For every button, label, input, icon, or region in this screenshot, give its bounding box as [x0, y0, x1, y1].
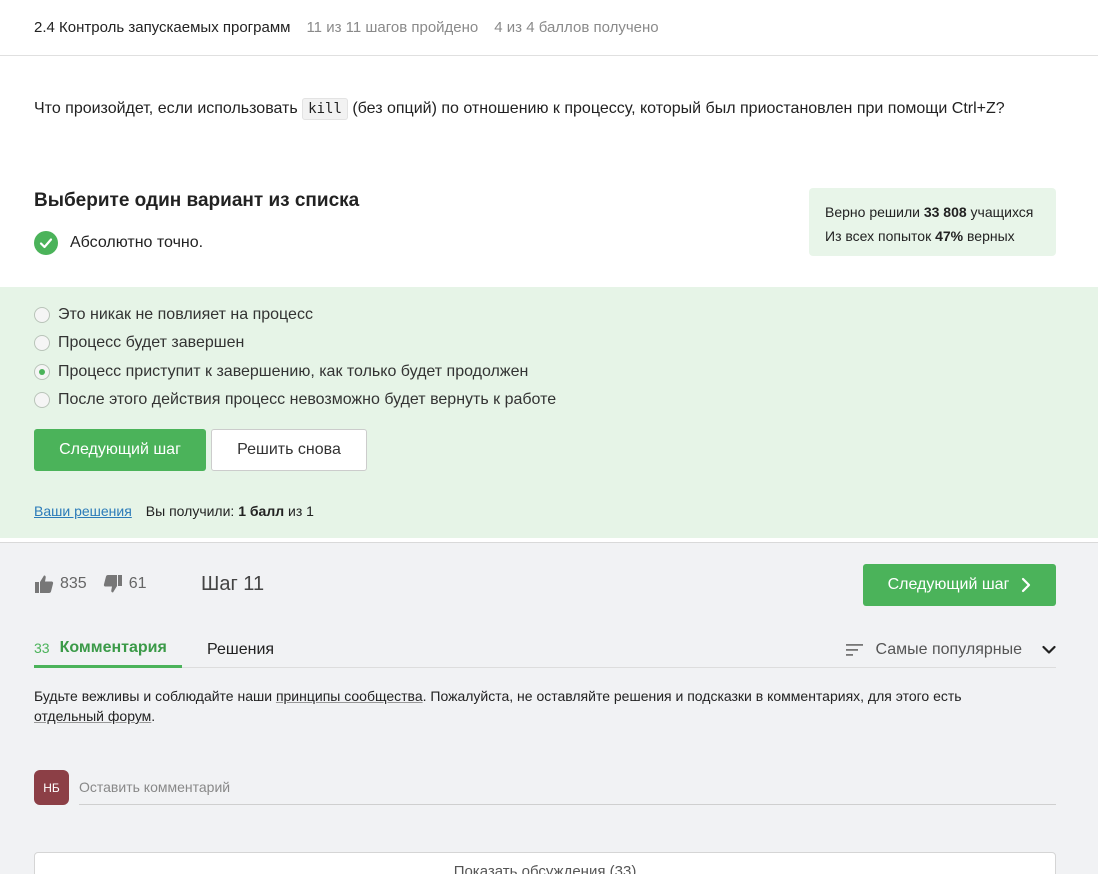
- answer-option[interactable]: После этого действия процесс невозможно …: [34, 391, 556, 409]
- discussion-section: 835 61 Шаг 11 Следующий шаг 33 Комментар…: [0, 542, 1098, 874]
- solutions-row: Ваши решения Вы получили: 1 балл из 1: [34, 503, 314, 519]
- votes: 835 61: [34, 574, 163, 594]
- next-step-label: Следующий шаг: [887, 576, 1010, 593]
- thumbs-down-icon: [103, 575, 122, 593]
- forum-link[interactable]: отдельный форум: [34, 708, 151, 724]
- question-text-after: (без опций) по отношению к процессу, кот…: [347, 100, 1005, 117]
- lesson-title: 2.4 Контроль запускаемых программ: [34, 19, 291, 36]
- rules-text-2: . Пожалуйста, не оставляйте решения и по…: [422, 688, 962, 704]
- avatar: НБ: [34, 770, 69, 805]
- chevron-down-icon: [1042, 645, 1056, 654]
- result-text: Абсолютно точно.: [70, 234, 204, 251]
- stats-solved-suffix: учащихся: [966, 204, 1034, 220]
- answer-option-label: Процесс приступит к завершению, как толь…: [58, 363, 529, 380]
- stats-attempts-value: 47%: [935, 228, 964, 244]
- steps-progress: 11 из 11 шагов пройдено: [306, 19, 479, 36]
- answer-option-label: Это никак не повлияет на процесс: [58, 306, 313, 323]
- next-step-button-footer[interactable]: Следующий шаг: [863, 564, 1056, 606]
- community-principles-link[interactable]: принципы сообщества: [276, 688, 423, 704]
- stats-solved-prefix: Верно решили: [825, 204, 924, 220]
- show-discussions-button[interactable]: Показать обсуждения (33): [34, 852, 1056, 874]
- radio-button[interactable]: [34, 335, 50, 351]
- tab-solutions[interactable]: Решения: [207, 631, 274, 668]
- dislike-count: 61: [128, 575, 147, 592]
- question-text: Что произойдет, если использовать kill (…: [34, 96, 1005, 122]
- rules-text-3: .: [151, 708, 156, 724]
- your-solutions-link[interactable]: Ваши решения: [34, 503, 132, 519]
- radio-button-selected[interactable]: [34, 364, 50, 380]
- tab-comments-label: Комментария: [59, 639, 167, 656]
- check-circle-icon: [34, 231, 58, 255]
- sort-icon: [845, 643, 863, 656]
- answer-option[interactable]: Это никак не повлияет на процесс: [34, 306, 313, 324]
- answers-panel: Это никак не повлияет на процесс Процесс…: [0, 287, 1098, 538]
- rules-text-1: Будьте вежливы и соблюдайте наши: [34, 688, 276, 704]
- radio-button[interactable]: [34, 307, 50, 323]
- next-step-button[interactable]: Следующий шаг: [34, 429, 206, 471]
- comment-input[interactable]: Оставить комментарий: [79, 770, 1056, 805]
- stats-attempts-prefix: Из всех попыток: [825, 228, 936, 244]
- sort-dropdown[interactable]: Самые популярные: [845, 631, 1056, 668]
- question-text-before: Что произойдет, если использовать: [34, 100, 303, 117]
- stats-attempts: Из всех попыток 47% верных: [825, 224, 1040, 248]
- comments-count: 33: [34, 640, 50, 656]
- dislike-button[interactable]: 61: [103, 574, 147, 594]
- thumbs-up-icon: [35, 575, 54, 593]
- step-number: Шаг 11: [201, 573, 265, 595]
- discussion-tabs: 33 Комментария Решения Самые популярные: [34, 631, 1056, 668]
- result-message: Абсолютно точно.: [34, 231, 203, 255]
- retry-button[interactable]: Решить снова: [211, 429, 367, 471]
- answer-option-label: После этого действия процесс невозможно …: [58, 391, 557, 408]
- stats-solved: Верно решили 33 808 учащихся: [825, 200, 1040, 224]
- tab-comments[interactable]: 33 Комментария: [34, 631, 182, 668]
- lesson-header: 2.4 Контроль запускаемых программ 11 из …: [0, 0, 1098, 56]
- chevron-right-icon: [1022, 577, 1031, 593]
- stats-box: Верно решили 33 808 учащихся Из всех поп…: [809, 188, 1056, 256]
- sort-label: Самые популярные: [875, 640, 1022, 658]
- community-rules: Будьте вежливы и соблюдайте наши принцип…: [34, 686, 1034, 726]
- points-progress: 4 из 4 баллов получено: [494, 19, 659, 36]
- stats-solved-value: 33 808: [923, 204, 967, 220]
- answer-option[interactable]: Процесс будет завершен: [34, 334, 244, 352]
- radio-button[interactable]: [34, 392, 50, 408]
- answer-option-label: Процесс будет завершен: [58, 334, 245, 351]
- question-code: kill: [302, 98, 348, 120]
- score-text: Вы получили: 1 балл из 1: [146, 503, 314, 519]
- like-button[interactable]: 835: [34, 574, 87, 594]
- score-value: 1 балл: [238, 503, 285, 519]
- stats-attempts-suffix: верных: [963, 228, 1015, 244]
- like-count: 835: [60, 575, 87, 592]
- choose-heading: Выберите один вариант из списка: [34, 190, 360, 211]
- score-suffix: из 1: [284, 503, 314, 519]
- answer-option[interactable]: Процесс приступит к завершению, как толь…: [34, 363, 528, 381]
- score-prefix: Вы получили:: [145, 503, 239, 519]
